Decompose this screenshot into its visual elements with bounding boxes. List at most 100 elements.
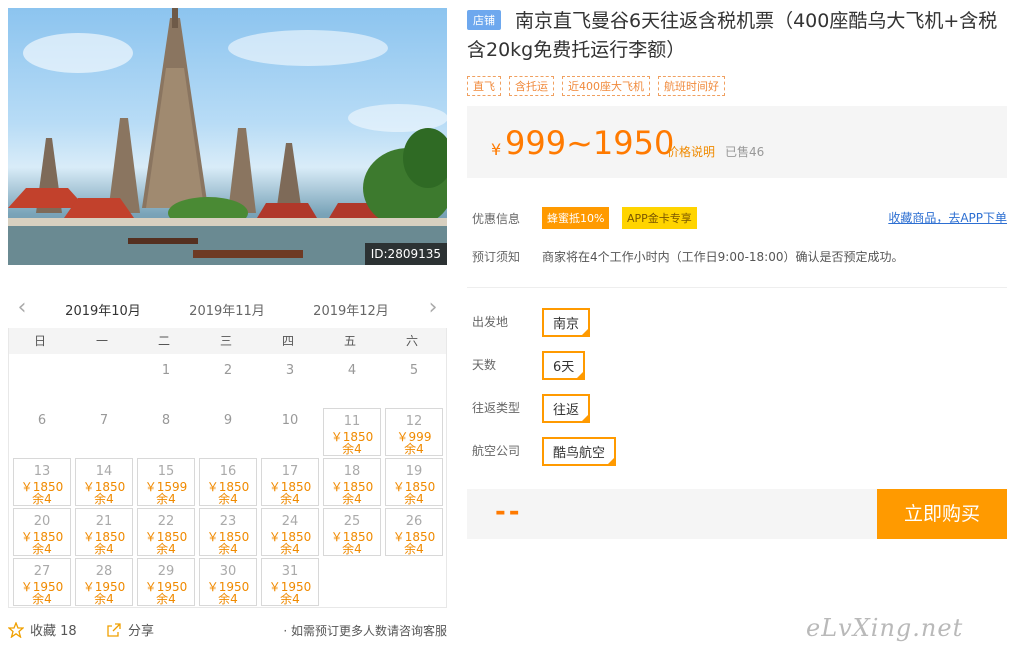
- day-number: 19: [405, 464, 423, 479]
- option-label-trip-type: 往返类型: [472, 401, 521, 415]
- app-order-link[interactable]: 收藏商品，去APP下单: [888, 209, 1007, 226]
- day-number: 1: [161, 363, 171, 378]
- day-number: 6: [37, 413, 47, 428]
- booking-notice-text: 商家将在4个工作小时内（工作日9:00-18:00）确认是否预定成功。: [542, 250, 904, 264]
- day-number: 25: [343, 514, 361, 529]
- calendar-day-available[interactable]: 26 ￥1850 余4: [385, 508, 443, 556]
- calendar-day-available[interactable]: 12 ￥999 余4: [385, 408, 443, 456]
- share-button[interactable]: 分享: [106, 620, 154, 639]
- product-tag: 近400座大飞机: [562, 76, 650, 96]
- weekday-label: 六: [405, 334, 418, 348]
- day-number: 14: [95, 464, 113, 479]
- purchase-bar: --: [467, 489, 877, 539]
- day-number: 16: [219, 464, 237, 479]
- day-stock: 余4: [218, 542, 238, 556]
- calendar-grid: 1 2 3 4 5 6 7 8 9 10 11 ￥1850 余4 12 ￥999 余4 13 ￥1850 余4 14 ￥…: [9, 354, 446, 606]
- option-label-airline: 航空公司: [472, 444, 521, 458]
- option-airline[interactable]: 酷鸟航空: [542, 437, 617, 466]
- product-image[interactable]: ID:2809135: [8, 8, 447, 265]
- calendar-day: 6: [13, 408, 71, 456]
- buy-now-button[interactable]: 立即购买: [877, 489, 1007, 539]
- calendar-day-available[interactable]: 31 ￥1950 余4: [261, 558, 319, 606]
- day-stock: 余4: [404, 492, 424, 506]
- day-number: 7: [99, 413, 109, 428]
- product-footer: 收藏 18 分享 · 如需预订更多人数请咨询客服: [8, 618, 447, 640]
- site-watermark: eLvXing.net: [806, 614, 964, 642]
- product-id-label: ID:2809135: [364, 243, 447, 265]
- chevron-right-icon[interactable]: ›: [423, 297, 443, 319]
- temple-illustration: [8, 8, 447, 265]
- tab-month-2[interactable]: 2019年12月: [306, 300, 396, 319]
- product-tag: 直飞: [467, 76, 501, 96]
- currency-symbol: ¥: [491, 140, 502, 159]
- calendar-month-nav: ‹ 2019年10月 2019年11月 2019年12月 ›: [8, 292, 447, 331]
- day-stock: 余4: [218, 592, 238, 606]
- calendar-day-available[interactable]: 27 ￥1950 余4: [13, 558, 71, 606]
- option-departure-city[interactable]: 南京: [542, 308, 591, 337]
- calendar-day-available[interactable]: 19 ￥1850 余4: [385, 458, 443, 506]
- star-icon: [8, 622, 24, 638]
- weekday-label: 二: [157, 334, 170, 348]
- tab-month-0[interactable]: 2019年10月: [54, 300, 152, 331]
- favorite-button[interactable]: 收藏 18: [8, 620, 77, 639]
- day-stock: 余4: [32, 492, 52, 506]
- day-stock: 余4: [404, 542, 424, 556]
- day-number: 8: [161, 413, 171, 428]
- day-number: 18: [343, 464, 361, 479]
- day-number: 22: [157, 514, 175, 529]
- day-stock: 余4: [156, 592, 176, 606]
- option-trip-type[interactable]: 往返: [542, 394, 591, 423]
- day-stock: 余4: [280, 592, 300, 606]
- price-calendar: 日 一 二 三 四 五 六 1 2 3 4 5 6 7 8 9 10 11 ￥1850 余4 12 ￥999…: [8, 328, 447, 608]
- calendar-day-available[interactable]: 29 ￥1950 余4: [137, 558, 195, 606]
- day-stock: 余4: [32, 542, 52, 556]
- calendar-day-available[interactable]: 24 ￥1850 余4: [261, 508, 319, 556]
- option-label-departure: 出发地: [472, 315, 509, 329]
- day-number: 21: [95, 514, 113, 529]
- option-days[interactable]: 6天: [542, 351, 586, 380]
- day-number: 10: [281, 413, 299, 428]
- day-number: 3: [285, 363, 295, 378]
- calendar-day-available[interactable]: 14 ￥1850 余4: [75, 458, 133, 506]
- calendar-day: 8: [137, 408, 195, 456]
- price-explain-link[interactable]: 价格说明: [667, 143, 715, 160]
- calendar-day-available[interactable]: 11 ￥1850 余4: [323, 408, 381, 456]
- day-number: 29: [157, 564, 175, 579]
- chevron-left-icon[interactable]: ‹: [12, 297, 32, 319]
- calendar-day-available[interactable]: 17 ￥1850 余4: [261, 458, 319, 506]
- day-number: 15: [157, 464, 175, 479]
- calendar-day-available[interactable]: 15 ￥1599 余4: [137, 458, 195, 506]
- share-icon: [107, 623, 121, 637]
- section-divider: [467, 287, 1007, 288]
- shop-badge: 店铺: [467, 10, 501, 30]
- day-number: 5: [409, 363, 419, 378]
- day-number: 17: [281, 464, 299, 479]
- calendar-day-available[interactable]: 22 ￥1850 余4: [137, 508, 195, 556]
- price-panel: ¥ 999~1950 价格说明 已售46: [467, 106, 1007, 178]
- day-stock: 余4: [94, 492, 114, 506]
- promo-badge-honey: 蜂蜜抵10%: [542, 207, 610, 229]
- calendar-day-available[interactable]: 13 ￥1850 余4: [13, 458, 71, 506]
- day-number: 2: [223, 363, 233, 378]
- tab-month-1[interactable]: 2019年11月: [182, 300, 272, 319]
- product-tag: 航班时间好: [658, 76, 725, 96]
- product-tags: 直飞 含托运 近400座大飞机 航班时间好: [467, 76, 725, 96]
- calendar-day-available[interactable]: 30 ￥1950 余4: [199, 558, 257, 606]
- calendar-day-available[interactable]: 18 ￥1850 余4: [323, 458, 381, 506]
- calendar-day-available[interactable]: 20 ￥1850 余4: [13, 508, 71, 556]
- calendar-day-available[interactable]: 28 ￥1950 余4: [75, 558, 133, 606]
- day-stock: 余4: [94, 592, 114, 606]
- calendar-day: 9: [199, 408, 257, 456]
- day-stock: 余4: [32, 592, 52, 606]
- day-number: 23: [219, 514, 237, 529]
- day-number: 28: [95, 564, 113, 579]
- day-stock: 余4: [342, 542, 362, 556]
- calendar-day-available[interactable]: 21 ￥1850 余4: [75, 508, 133, 556]
- calendar-day-available[interactable]: 25 ￥1850 余4: [323, 508, 381, 556]
- weekday-label: 五: [343, 334, 356, 348]
- calendar-day-available[interactable]: 23 ￥1850 余4: [199, 508, 257, 556]
- day-number: 9: [223, 413, 233, 428]
- day-stock: 余4: [156, 492, 176, 506]
- calendar-day-available[interactable]: 16 ￥1850 余4: [199, 458, 257, 506]
- calendar-day: 7: [75, 408, 133, 456]
